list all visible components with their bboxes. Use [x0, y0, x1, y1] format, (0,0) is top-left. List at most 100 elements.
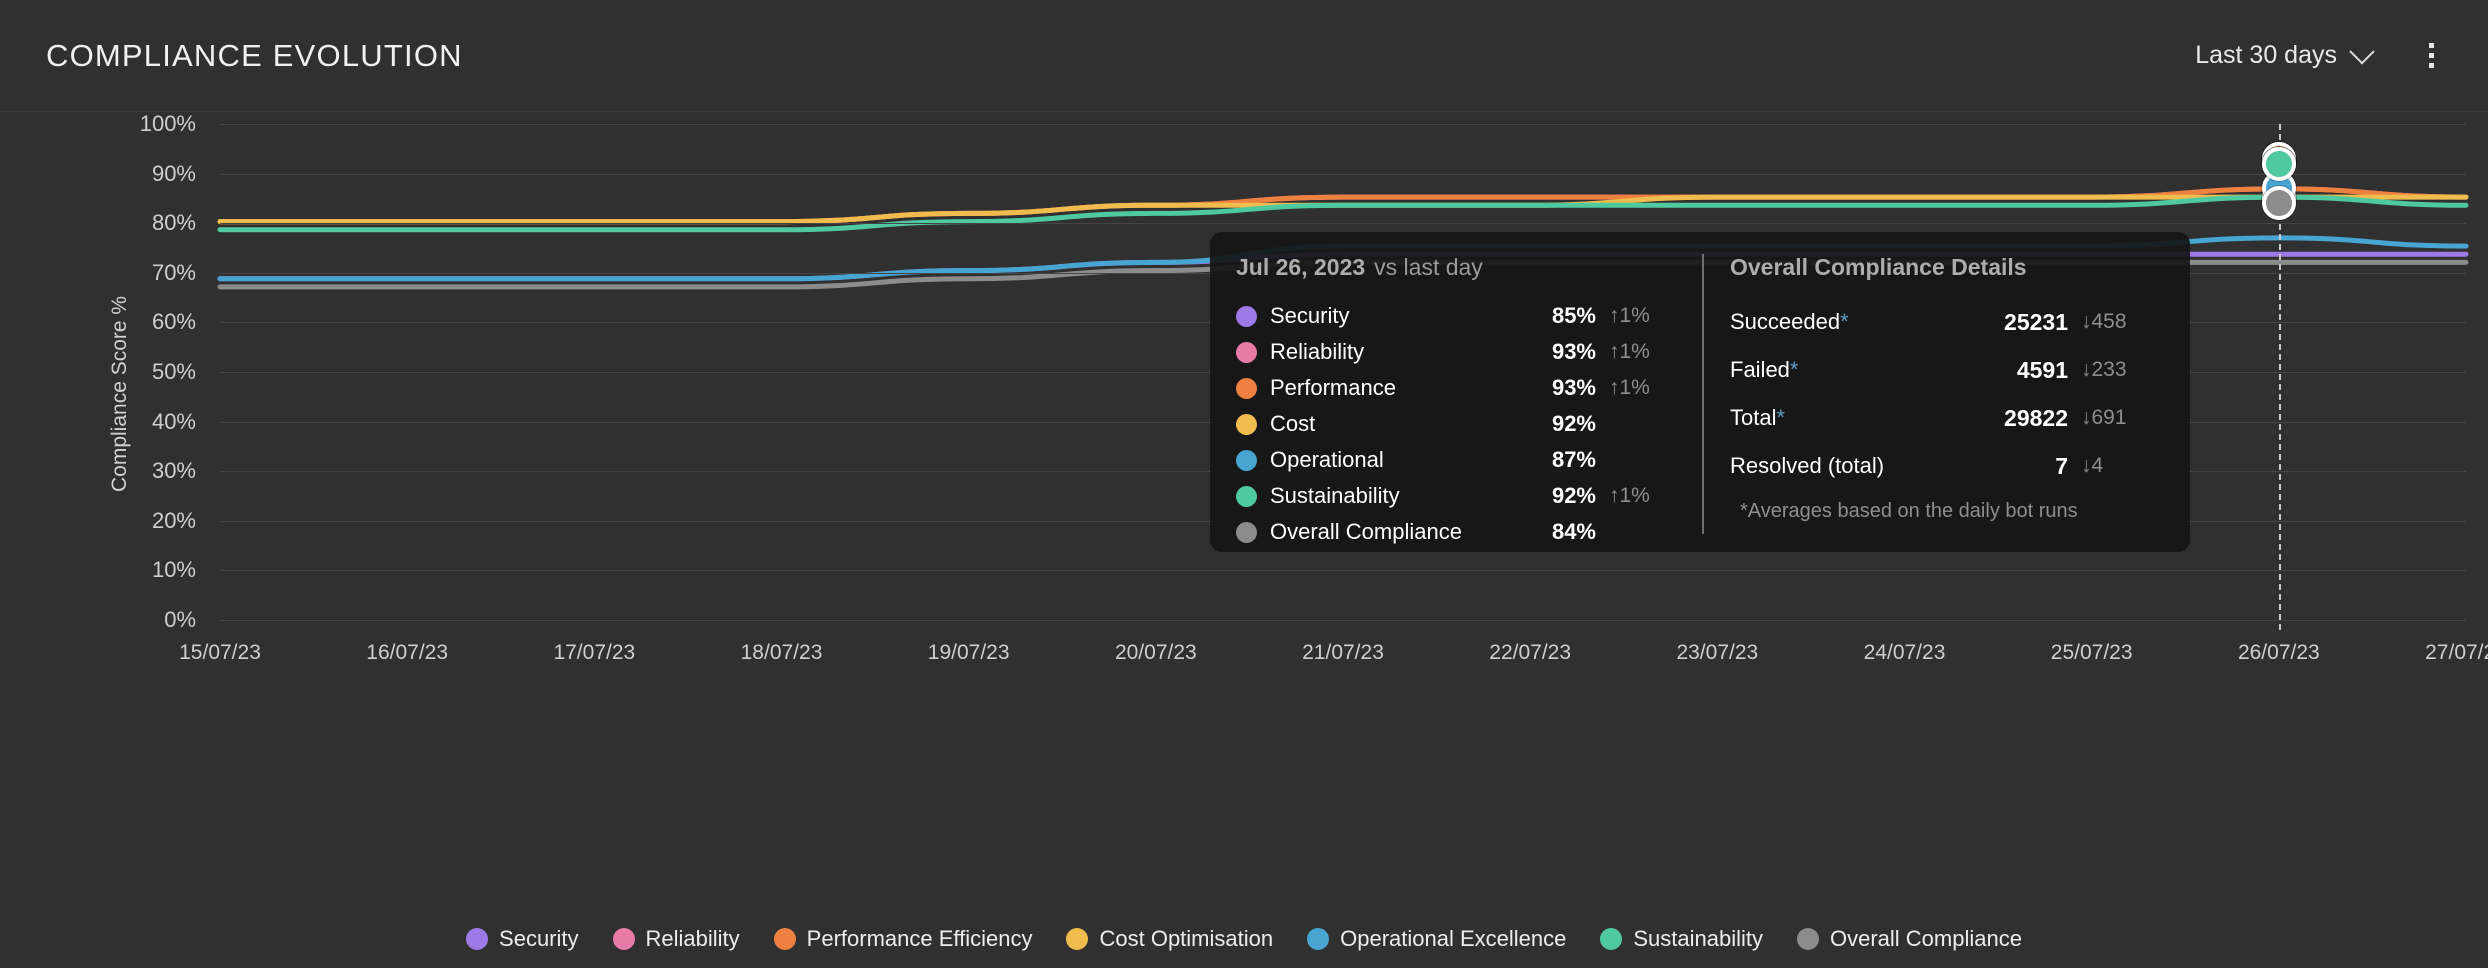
legend-color-dot	[1600, 928, 1622, 950]
kebab-dot	[2429, 53, 2434, 58]
series-delta: ↑1%	[1596, 304, 1680, 328]
date-range-label: Last 30 days	[2195, 41, 2337, 70]
y-tick-label: 30%	[152, 458, 196, 484]
series-name: Sustainability	[1270, 483, 1400, 509]
x-tick-label: 23/07/23	[1676, 641, 1758, 665]
series-value: 92%	[1522, 483, 1596, 509]
x-tick-label: 25/07/23	[2051, 641, 2133, 665]
y-tick-label: 100%	[140, 111, 196, 137]
y-axis-tick-labels: 0% 10% 20% 30% 40% 50% 60% 70% 80% 90% 100%	[0, 112, 220, 968]
legend-item[interactable]: Reliability	[613, 926, 740, 952]
legend-label: Cost Optimisation	[1099, 926, 1273, 952]
legend-color-dot	[1797, 928, 1819, 950]
legend-item[interactable]: Performance Efficiency	[774, 926, 1033, 952]
tooltip-detail-row: Succeeded* 25231↓458	[1730, 298, 2164, 346]
y-tick-label: 50%	[152, 359, 196, 385]
series-color-dot	[1236, 450, 1257, 471]
x-tick-label: 21/07/23	[1302, 641, 1384, 665]
x-tick-label: 15/07/23	[179, 641, 261, 665]
y-tick-label: 90%	[152, 161, 196, 187]
tooltip-comparison: vs last day	[1374, 254, 1483, 280]
x-tick-label: 20/07/23	[1115, 641, 1197, 665]
series-delta: ↑1%	[1596, 484, 1680, 508]
legend-color-dot	[466, 928, 488, 950]
detail-delta: ↓233	[2068, 358, 2164, 382]
tooltip-series-row: Performance93%↑1%	[1236, 370, 1680, 406]
detail-label: Succeeded	[1730, 309, 1840, 335]
series-name: Cost	[1270, 411, 1315, 437]
legend-item[interactable]: Operational Excellence	[1307, 926, 1566, 952]
x-tick-label: 18/07/23	[741, 641, 823, 665]
y-tick-label: 20%	[152, 508, 196, 534]
detail-delta: ↓458	[2068, 310, 2164, 334]
legend-color-dot	[1066, 928, 1088, 950]
tooltip-footnote: *Averages based on the daily bot runs	[1730, 500, 2164, 523]
tooltip-series-rows: Security85%↑1%Reliability93%↑1% Performan…	[1236, 298, 1680, 550]
detail-label: Total	[1730, 405, 1776, 431]
detail-delta: ↓691	[2068, 406, 2164, 430]
detail-asterisk: *	[1776, 405, 1785, 431]
series-color-dot	[1236, 378, 1257, 399]
detail-value: 29822	[1948, 405, 2068, 432]
chart-legend: Security Reliability Performance Efficienc…	[0, 926, 2488, 952]
x-tick-label: 16/07/23	[366, 641, 448, 665]
y-tick-label: 10%	[152, 557, 196, 583]
series-value: 92%	[1522, 411, 1596, 437]
series-color-dot	[1236, 522, 1257, 543]
detail-label: Resolved (total)	[1730, 453, 1884, 479]
series-name: Overall Compliance	[1270, 519, 1462, 545]
detail-value: 25231	[1948, 309, 2068, 336]
more-vertical-icon[interactable]	[2419, 37, 2444, 74]
y-tick-label: 40%	[152, 409, 196, 435]
tooltip-detail-row: Failed* 4591↓233	[1730, 346, 2164, 394]
series-value: 93%	[1522, 375, 1596, 401]
x-tick-label: 24/07/23	[1864, 641, 1946, 665]
legend-label: Operational Excellence	[1340, 926, 1566, 952]
detail-asterisk: *	[1790, 357, 1799, 383]
tooltip-detail-row: Resolved (total) 7↓4	[1730, 442, 2164, 490]
tooltip-series-row: Security85%↑1%	[1236, 298, 1680, 334]
x-tick-label: 27/07/23	[2425, 641, 2488, 665]
x-tick-label: 19/07/23	[928, 641, 1010, 665]
tooltip-date: Jul 26, 2023	[1236, 254, 1365, 280]
legend-item[interactable]: Sustainability	[1600, 926, 1763, 952]
series-value: 93%	[1522, 339, 1596, 365]
panel-header: COMPLIANCE EVOLUTION Last 30 days	[0, 0, 2488, 112]
kebab-dot	[2429, 63, 2434, 68]
date-range-selector[interactable]: Last 30 days	[2195, 41, 2371, 70]
tooltip-details-panel: Overall Compliance Details Succeeded*252…	[1702, 254, 2190, 534]
y-tick-label: 70%	[152, 260, 196, 286]
tooltip-series-row: Reliability93%↑1%	[1236, 334, 1680, 370]
tooltip-series-row: Sustainability 92%↑1%	[1236, 478, 1680, 514]
legend-color-dot	[774, 928, 796, 950]
series-value: 87%	[1522, 447, 1596, 473]
y-tick-label: 80%	[152, 210, 196, 236]
y-tick-label: 60%	[152, 309, 196, 335]
series-value: 85%	[1522, 303, 1596, 329]
chevron-down-icon	[2349, 39, 2374, 64]
tooltip-date-header: Jul 26, 2023 vs last day	[1236, 254, 1680, 281]
tooltip-series-row: Operational 87%	[1236, 442, 1680, 478]
detail-delta: ↓4	[2068, 454, 2164, 478]
tooltip-details-title: Overall Compliance Details	[1730, 254, 2164, 281]
legend-label: Reliability	[646, 926, 740, 952]
detail-asterisk: *	[1840, 309, 1849, 335]
detail-value: 7	[1948, 453, 2068, 480]
series-name: Operational	[1270, 447, 1384, 473]
x-tick-label: 26/07/23	[2238, 641, 2320, 665]
y-tick-label: 0%	[164, 607, 196, 633]
series-color-dot	[1236, 342, 1257, 363]
detail-value: 4591	[1948, 357, 2068, 384]
tooltip-series-row: Cost 92%	[1236, 406, 1680, 442]
legend-label: Performance Efficiency	[807, 926, 1033, 952]
hover-tooltip: Jul 26, 2023vs last day Security85%↑1%Re…	[1210, 232, 2190, 552]
legend-item[interactable]: Overall Compliance	[1797, 926, 2022, 952]
legend-color-dot	[613, 928, 635, 950]
series-value: 84%	[1522, 519, 1596, 545]
detail-label: Failed	[1730, 357, 1790, 383]
series-name: Performance	[1270, 375, 1396, 401]
legend-item[interactable]: Cost Optimisation	[1066, 926, 1273, 952]
page-title: COMPLIANCE EVOLUTION	[46, 38, 463, 74]
series-delta: ↑1%	[1596, 340, 1680, 364]
legend-item[interactable]: Security	[466, 926, 578, 952]
